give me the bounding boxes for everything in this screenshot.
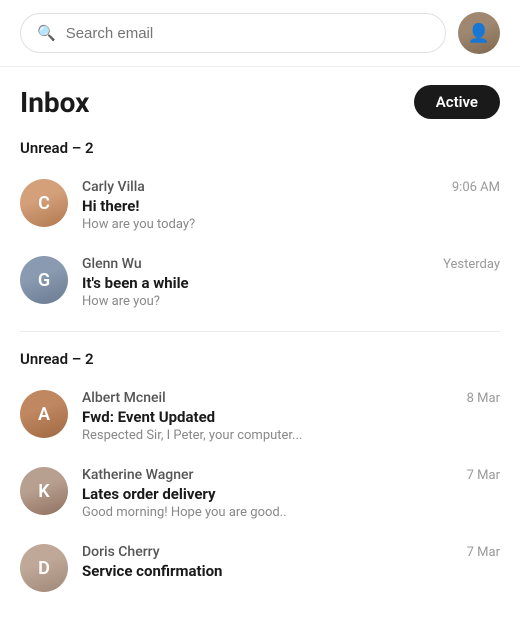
avatar: C: [20, 179, 68, 227]
section-label-0: Unread – 2: [0, 131, 520, 167]
list-item[interactable]: D Doris Cherry 7 Mar Service confirmation: [0, 532, 520, 604]
message-subject: Fwd: Event Updated: [82, 408, 500, 426]
message-subject: Service confirmation: [82, 562, 500, 580]
message-preview: How are you?: [82, 294, 500, 309]
message-top-row: Katherine Wagner 7 Mar: [82, 467, 500, 483]
message-top-row: Carly Villa 9:06 AM: [82, 179, 500, 195]
avatar: K: [20, 467, 68, 515]
user-avatar[interactable]: 👤: [458, 12, 500, 54]
message-time: 7 Mar: [467, 468, 500, 483]
message-sender: Katherine Wagner: [82, 467, 193, 483]
message-time: 8 Mar: [467, 391, 500, 406]
avatar: G: [20, 256, 68, 304]
search-input[interactable]: [66, 25, 429, 42]
message-top-row: Doris Cherry 7 Mar: [82, 544, 500, 560]
message-time: Yesterday: [443, 257, 500, 272]
section-divider: [20, 331, 500, 332]
message-content: Doris Cherry 7 Mar Service confirmation: [82, 544, 500, 582]
search-icon: 🔍: [37, 24, 56, 42]
avatar: A: [20, 390, 68, 438]
message-sender: Albert Mcneil: [82, 390, 166, 406]
section-0: Unread – 2 C Carly Villa 9:06 AM Hi there! Ho…: [0, 131, 520, 321]
message-top-row: Glenn Wu Yesterday: [82, 256, 500, 272]
message-top-row: Albert Mcneil 8 Mar: [82, 390, 500, 406]
message-sender: Carly Villa: [82, 179, 145, 195]
search-box[interactable]: 🔍: [20, 13, 446, 53]
top-bar: 🔍 👤: [0, 0, 520, 67]
list-item[interactable]: K Katherine Wagner 7 Mar Lates order delive…: [0, 455, 520, 532]
message-time: 7 Mar: [467, 545, 500, 560]
list-item[interactable]: G Glenn Wu Yesterday It's been a while How a…: [0, 244, 520, 321]
list-item[interactable]: C Carly Villa 9:06 AM Hi there! How are you …: [0, 167, 520, 244]
message-preview: Good morning! Hope you are good..: [82, 505, 500, 520]
inbox-header: Inbox Active: [0, 67, 520, 131]
message-sender: Glenn Wu: [82, 256, 142, 272]
message-time: 9:06 AM: [452, 180, 500, 195]
message-content: Katherine Wagner 7 Mar Lates order deliver…: [82, 467, 500, 520]
message-content: Glenn Wu Yesterday It's been a while How ar…: [82, 256, 500, 309]
page-title: Inbox: [20, 86, 89, 119]
message-sender: Doris Cherry: [82, 544, 160, 560]
avatar: D: [20, 544, 68, 592]
message-subject: Lates order delivery: [82, 485, 500, 503]
message-subject: It's been a while: [82, 274, 500, 292]
sections-container: Unread – 2 C Carly Villa 9:06 AM Hi there! Ho…: [0, 131, 520, 604]
message-content: Albert Mcneil 8 Mar Fwd: Event Updated Resp…: [82, 390, 500, 443]
section-1: Unread – 2 A Albert Mcneil 8 Mar Fwd: Event …: [0, 342, 520, 604]
active-badge[interactable]: Active: [414, 85, 500, 119]
message-subject: Hi there!: [82, 197, 500, 215]
list-item[interactable]: A Albert Mcneil 8 Mar Fwd: Event Updated Res…: [0, 378, 520, 455]
message-preview: How are you today?: [82, 217, 500, 232]
message-content: Carly Villa 9:06 AM Hi there! How are you t…: [82, 179, 500, 232]
message-preview: Respected Sir, I Peter, your computer...: [82, 428, 500, 443]
section-label-1: Unread – 2: [0, 342, 520, 378]
